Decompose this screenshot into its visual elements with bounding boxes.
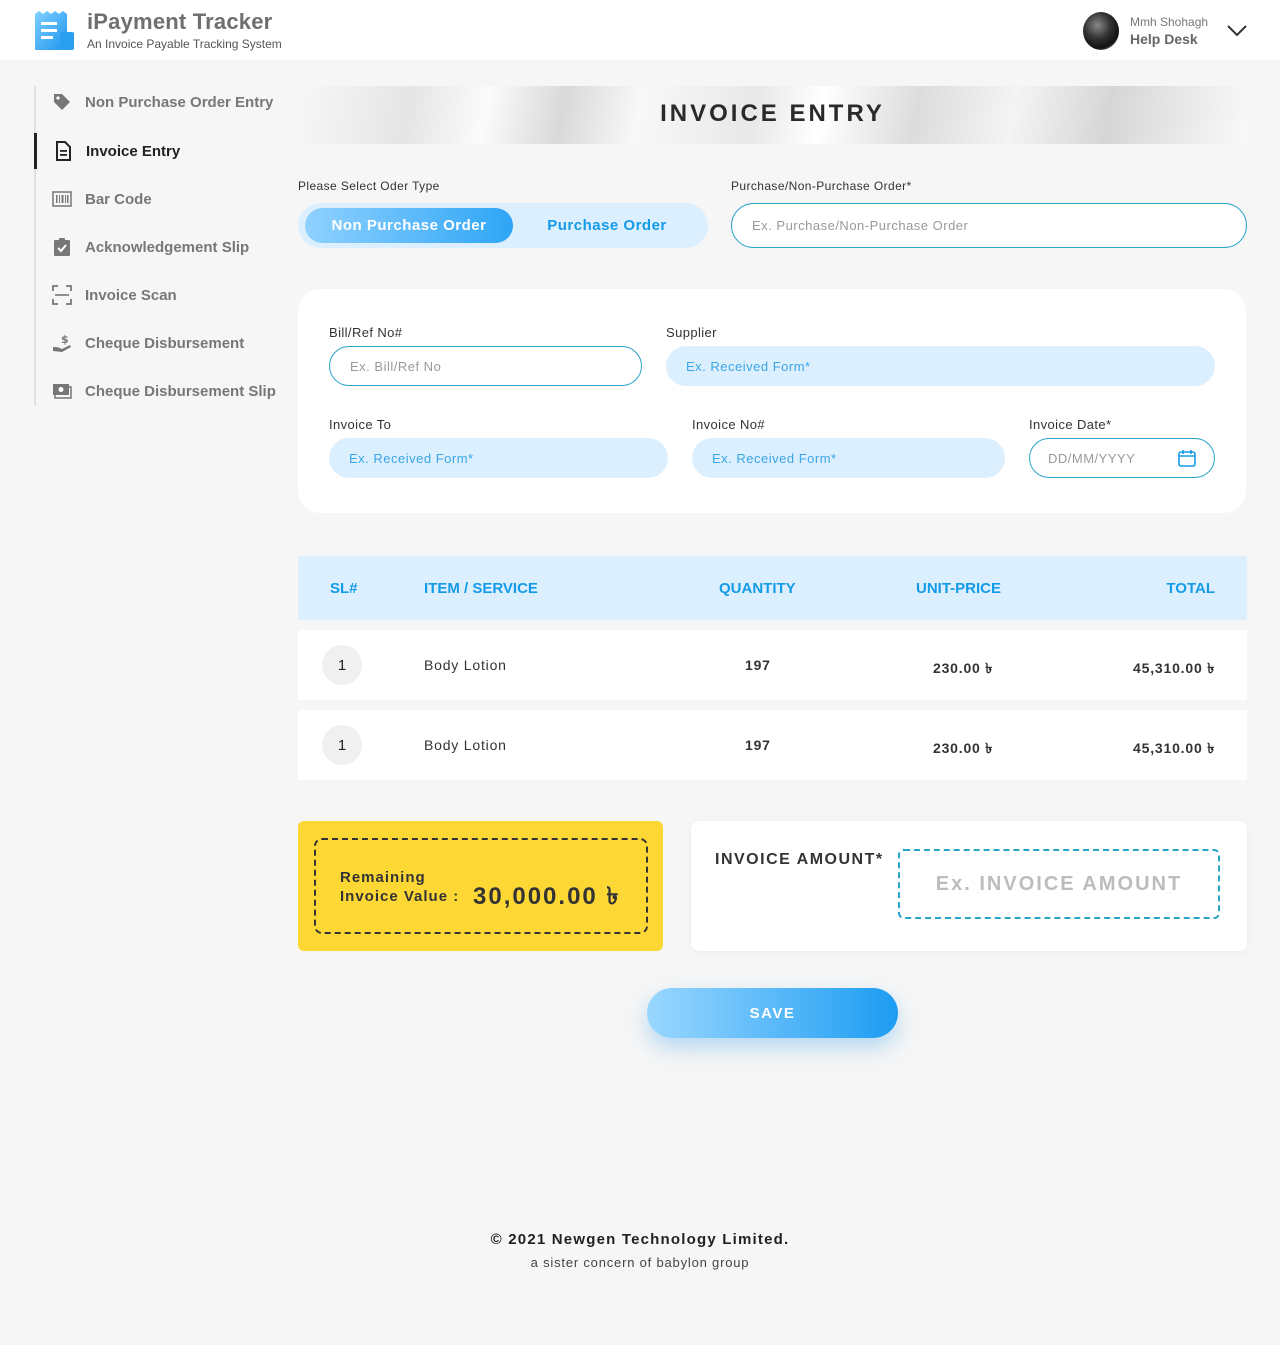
sidebar-item-label: Bar Code <box>85 190 152 208</box>
row-total: 45,310.00 ৳ <box>1133 660 1215 676</box>
po-label: Purchase/Non-Purchase Order* <box>731 179 912 193</box>
row-serial: 1 <box>322 725 362 765</box>
invoice-logo-icon <box>35 11 74 50</box>
remaining-label-line2: Invoice Value : <box>340 888 460 905</box>
sidebar-item-label: Acknowledgement Slip <box>85 238 250 256</box>
bill-ref-input[interactable] <box>329 346 642 386</box>
non-purchase-order-option[interactable]: Non Purchase Order <box>305 208 513 243</box>
invoice-form-card <box>298 289 1246 513</box>
sidebar-item-acknowledgement-slip[interactable]: Acknowledgement Slip <box>36 229 276 265</box>
row-item: Body Lotion <box>424 737 507 753</box>
remaining-value-border: Remaining Invoice Value : 30,000.00 ৳ <box>314 838 648 934</box>
invoice-to-input[interactable] <box>329 438 668 478</box>
page-title: INVOICE ENTRY <box>660 100 885 127</box>
app-subtitle: An Invoice Payable Tracking System <box>87 37 282 51</box>
sidebar: Non Purchase Order Entry Invoice Entry B… <box>34 84 276 409</box>
invoice-date-label: Invoice Date* <box>1029 417 1112 432</box>
tag-icon <box>54 94 70 110</box>
supplier-label: Supplier <box>666 325 717 340</box>
sidebar-item-bar-code[interactable]: Bar Code <box>36 181 276 217</box>
sidebar-item-label: Cheque Disbursement <box>85 334 245 352</box>
invoice-amount-input[interactable] <box>898 849 1220 919</box>
app-title: iPayment Tracker <box>87 9 273 34</box>
order-type-toggle: Non Purchase Order Purchase Order <box>298 203 708 248</box>
sidebar-item-cheque-disbursement[interactable]: $ Cheque Disbursement <box>36 325 276 361</box>
column-header-item: ITEM / SERVICE <box>424 580 538 597</box>
chevron-down-icon[interactable] <box>1224 18 1250 44</box>
row-unit-price: 230.00 ৳ <box>933 660 994 676</box>
remaining-value-amount: 30,000.00 ৳ <box>473 883 621 910</box>
top-header: iPayment Tracker An Invoice Payable Trac… <box>0 0 1280 60</box>
column-header-total: TOTAL <box>1166 580 1215 597</box>
order-type-label: Please Select Oder Type <box>298 179 440 193</box>
sidebar-item-non-purchase-order-entry[interactable]: Non Purchase Order Entry <box>36 84 276 120</box>
remaining-label-line1: Remaining <box>340 869 426 886</box>
column-header-quantity: QUANTITY <box>719 580 796 597</box>
table-header: SL# ITEM / SERVICE QUANTITY UNIT-PRICE T… <box>298 556 1247 620</box>
hand-money-icon: $ <box>53 333 71 352</box>
invoice-no-label: Invoice No# <box>692 417 766 432</box>
remaining-value-card: Remaining Invoice Value : 30,000.00 ৳ <box>298 821 663 951</box>
save-button[interactable]: SAVE <box>647 988 898 1038</box>
invoice-amount-card: INVOICE AMOUNT* <box>691 821 1247 951</box>
sidebar-item-label: Invoice Entry <box>86 142 181 160</box>
row-serial: 1 <box>322 645 362 685</box>
column-header-sl: SL# <box>330 580 358 597</box>
clipboard-check-icon <box>54 238 70 256</box>
table-row[interactable]: 1 Body Lotion 197 230.00 ৳ 45,310.00 ৳ <box>298 710 1247 780</box>
sidebar-item-label: Cheque Disbursement Slip <box>85 382 276 400</box>
table-row[interactable]: 1 Body Lotion 197 230.00 ৳ 45,310.00 ৳ <box>298 630 1247 700</box>
barcode-icon <box>52 191 72 207</box>
footer-tagline: a sister concern of babylon group <box>530 1255 750 1270</box>
invoice-no-input[interactable] <box>692 438 1005 478</box>
user-role: Help Desk <box>1130 31 1198 47</box>
page-banner: INVOICE ENTRY <box>298 86 1247 144</box>
bill-ref-label: Bill/Ref No# <box>329 325 403 340</box>
sidebar-item-label: Non Purchase Order Entry <box>85 93 274 111</box>
row-unit-price: 230.00 ৳ <box>933 740 994 756</box>
avatar[interactable] <box>1083 12 1119 50</box>
invoice-to-label: Invoice To <box>329 417 392 432</box>
calendar-icon[interactable] <box>1177 448 1197 468</box>
sidebar-item-invoice-entry[interactable]: Invoice Entry <box>34 133 274 169</box>
document-icon <box>56 141 71 161</box>
supplier-input[interactable] <box>666 346 1215 386</box>
sidebar-item-invoice-scan[interactable]: Invoice Scan <box>36 277 276 313</box>
row-quantity: 197 <box>745 657 771 673</box>
user-name: Mmh Shohagh <box>1130 15 1209 29</box>
invoice-amount-label: INVOICE AMOUNT* <box>715 851 884 868</box>
column-header-unit-price: UNIT-PRICE <box>916 580 1002 597</box>
svg-text:$: $ <box>61 333 69 346</box>
remaining-value-label: Remaining Invoice Value : <box>340 868 459 906</box>
sidebar-item-label: Invoice Scan <box>85 286 177 304</box>
row-total: 45,310.00 ৳ <box>1133 740 1215 756</box>
cash-slip-icon <box>53 384 72 399</box>
sidebar-item-cheque-disbursement-slip[interactable]: Cheque Disbursement Slip <box>36 373 276 409</box>
row-quantity: 197 <box>745 737 771 753</box>
scan-icon <box>52 285 72 305</box>
po-input[interactable] <box>731 203 1247 248</box>
purchase-order-option[interactable]: Purchase Order <box>513 208 701 243</box>
footer-copyright: © 2021 Newgen Technology Limited. <box>490 1231 790 1248</box>
row-item: Body Lotion <box>424 657 507 673</box>
